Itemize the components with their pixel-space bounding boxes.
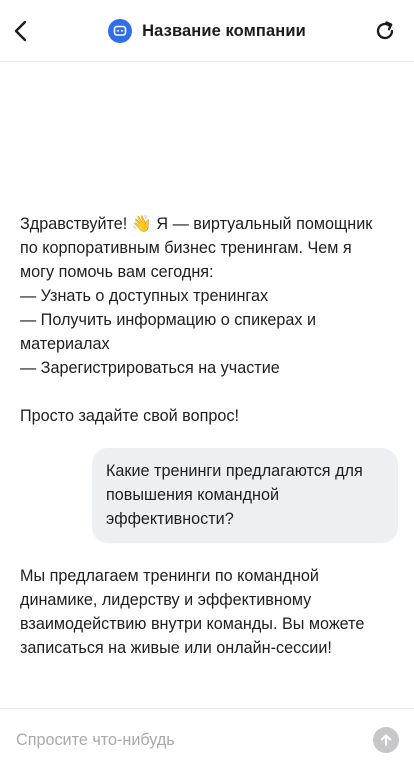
assistant-message: Здравствуйте! 👋 Я — виртуальный помощник… <box>20 212 400 428</box>
send-button[interactable] <box>373 727 399 753</box>
message-line: по корпоративным бизнес тренингам. Чем я <box>20 239 352 257</box>
message-line: — Узнать о доступных тренингах <box>20 287 269 305</box>
message-line: Здравствуйте! 👋 Я — виртуальный помощник <box>20 215 373 233</box>
chat-app: Название компании Здравствуйте! 👋 Я — ви… <box>0 0 414 770</box>
message-spacer <box>20 380 400 404</box>
refresh-button[interactable] <box>370 16 400 46</box>
message-line: повышения командной <box>106 486 280 504</box>
user-message: Какие тренинги предлагаются для повышени… <box>92 448 398 543</box>
message-line: Просто задайте свой вопрос! <box>20 407 239 425</box>
assistant-message: Мы предлагаем тренинги по командной дина… <box>20 564 400 660</box>
chat-history: Здравствуйте! 👋 Я — виртуальный помощник… <box>0 62 414 708</box>
page-title: Название компании <box>142 21 306 40</box>
message-composer <box>0 708 414 770</box>
message-line: динамике, лидерству и эффективному <box>20 591 312 609</box>
message-line: могу помочь вам сегодня: <box>20 263 214 281</box>
chat-bot-icon <box>108 19 133 43</box>
message-line: — Получить информацию о спикерах и <box>20 311 317 329</box>
refresh-icon <box>376 21 394 40</box>
message-line: Какие тренинги предлагаются для <box>106 462 363 480</box>
message-line: записаться на живые или онлайн-сессии! <box>20 639 332 657</box>
header: Название компании <box>0 0 414 62</box>
message-input[interactable] <box>16 726 356 754</box>
message-line: эффективности? <box>106 510 234 528</box>
message-line: — Зарегистрироваться на участие <box>20 359 280 377</box>
message-line: взаимодействию внутри команды. Вы можете <box>20 615 365 633</box>
message-line: материалах <box>20 335 110 353</box>
message-line: Мы предлагаем тренинги по командной <box>20 567 319 585</box>
header-title-group: Название компании <box>0 19 414 43</box>
arrow-up-icon <box>380 734 392 746</box>
